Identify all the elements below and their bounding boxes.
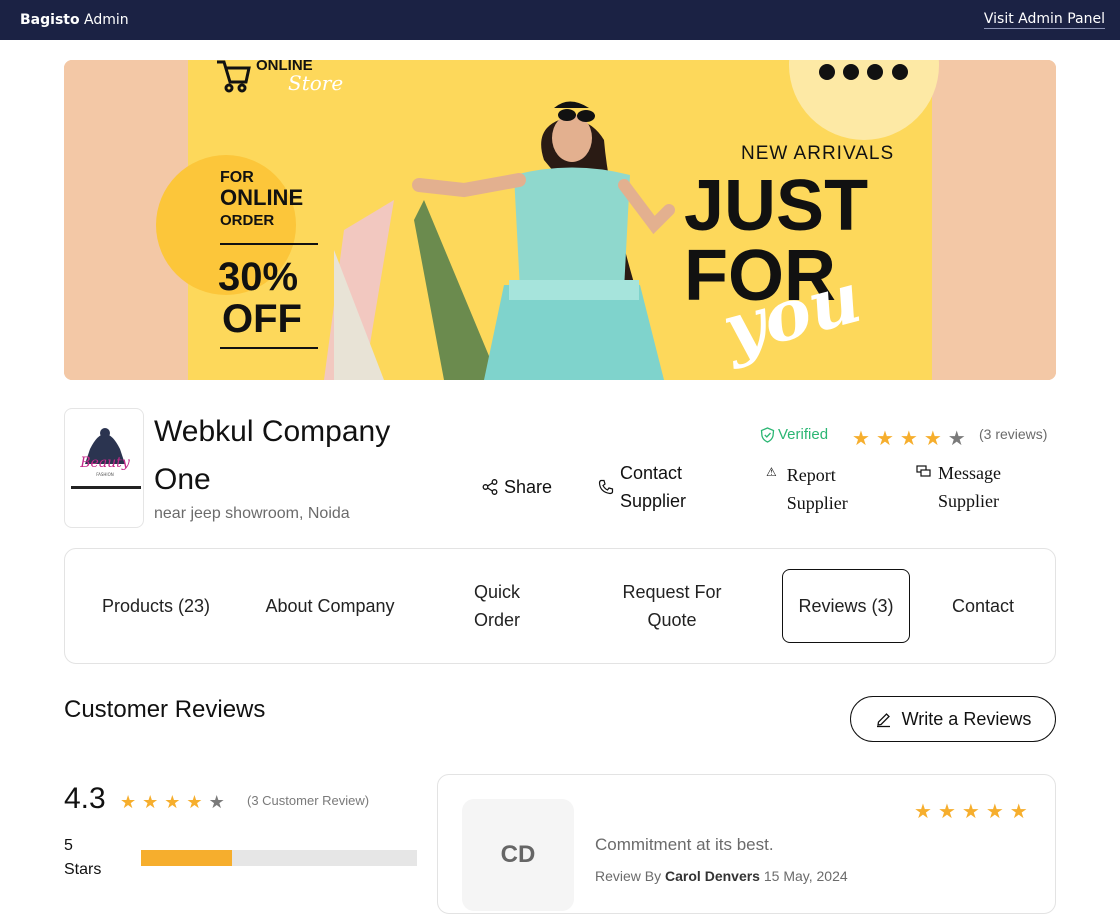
star-icon: ★: [1009, 799, 1028, 823]
svg-text:Store: Store: [288, 71, 343, 95]
svg-text:FOR: FOR: [220, 169, 254, 186]
star-icon: ★: [985, 799, 1004, 823]
star-icon: ★: [208, 792, 225, 813]
svg-text:ONLINE: ONLINE: [220, 185, 303, 210]
svg-text:Beauty: Beauty: [79, 455, 131, 471]
phone-icon: [598, 479, 614, 495]
average-rating-stars: ★ ★ ★ ★ ★: [120, 793, 225, 813]
star-icon: ★: [923, 426, 942, 450]
review-title: Commitment at its best.: [595, 835, 774, 854]
tab-about-company[interactable]: About Company: [261, 569, 399, 643]
star-icon: ★: [937, 799, 956, 823]
company-rating-stars: ★ ★ ★ ★ ★: [852, 428, 966, 448]
review-stars: ★ ★ ★ ★ ★: [914, 801, 1028, 821]
rating-bar-fill: [141, 850, 233, 866]
visit-admin-panel-link[interactable]: Visit Admin Panel: [983, 11, 1105, 29]
verified-badge: Verified: [760, 426, 828, 443]
customer-review-count: (3 Customer Review): [247, 793, 370, 808]
tab-quick-order[interactable]: Quick Order: [449, 569, 545, 643]
svg-text:OFF: OFF: [222, 297, 302, 341]
star-icon: ★: [164, 792, 181, 813]
svg-text:JUST: JUST: [684, 166, 868, 246]
star-icon: ★: [875, 426, 894, 450]
company-address: near jeep showroom, Noida: [154, 505, 350, 522]
star-icon: ★: [142, 792, 159, 813]
rating-bar-5-stars: [141, 850, 417, 866]
svg-text:NEW ARRIVALS: NEW ARRIVALS: [741, 143, 894, 164]
message-supplier-button[interactable]: Message Supplier: [916, 459, 1028, 515]
star-icon: ★: [852, 426, 870, 450]
svg-text:FASHION: FASHION: [96, 472, 114, 477]
company-name: Webkul Company One: [154, 415, 391, 496]
report-supplier-button[interactable]: ⚠ Report Supplier: [766, 461, 866, 517]
shop-banner: ONLINE Store FOR ONLINE ORDER 30% OFF NE…: [64, 60, 1056, 380]
admin-brand: Bagisto Admin: [20, 12, 129, 28]
star-icon: ★: [961, 799, 980, 823]
tab-reviews[interactable]: Reviews (3): [782, 569, 910, 643]
write-review-button[interactable]: Write a Reviews: [850, 696, 1056, 742]
star-icon: ★: [947, 426, 966, 450]
share-button[interactable]: Share: [482, 473, 552, 501]
shield-check-icon: [760, 426, 775, 443]
chat-icon: [916, 465, 931, 477]
star-icon: ★: [120, 792, 137, 813]
star-icon: ★: [186, 792, 203, 813]
contact-supplier-button[interactable]: Contact Supplier: [598, 459, 708, 515]
admin-bar: Bagisto Admin Visit Admin Panel: [0, 0, 1120, 40]
shop-tabs: Products (23) About Company Quick Order …: [64, 548, 1056, 664]
rating-bar-label: 5 Stars: [64, 837, 102, 878]
tab-request-for-quote[interactable]: Request For Quote: [603, 569, 741, 643]
review-card: CD ★ ★ ★ ★ ★ Commitment at its best. Rev…: [437, 774, 1056, 914]
company-logo: Beauty FASHION: [64, 408, 144, 528]
svg-text:ORDER: ORDER: [220, 212, 274, 229]
star-icon: ★: [899, 426, 918, 450]
svg-text:30%: 30%: [218, 255, 298, 299]
customer-reviews-heading: Customer Reviews: [64, 696, 266, 723]
tab-contact[interactable]: Contact: [935, 569, 1031, 643]
pencil-icon: [876, 712, 890, 727]
average-rating: 4.3: [64, 782, 106, 815]
share-icon: [482, 479, 498, 495]
reviewer-avatar: CD: [462, 799, 574, 911]
review-byline: Review By Carol Denvers 15 May, 2024: [595, 868, 848, 884]
tab-products[interactable]: Products (23): [85, 569, 227, 643]
star-icon: ★: [914, 799, 932, 823]
reviews-count: (3 reviews): [979, 426, 1048, 442]
warning-icon: ⚠: [766, 465, 777, 479]
